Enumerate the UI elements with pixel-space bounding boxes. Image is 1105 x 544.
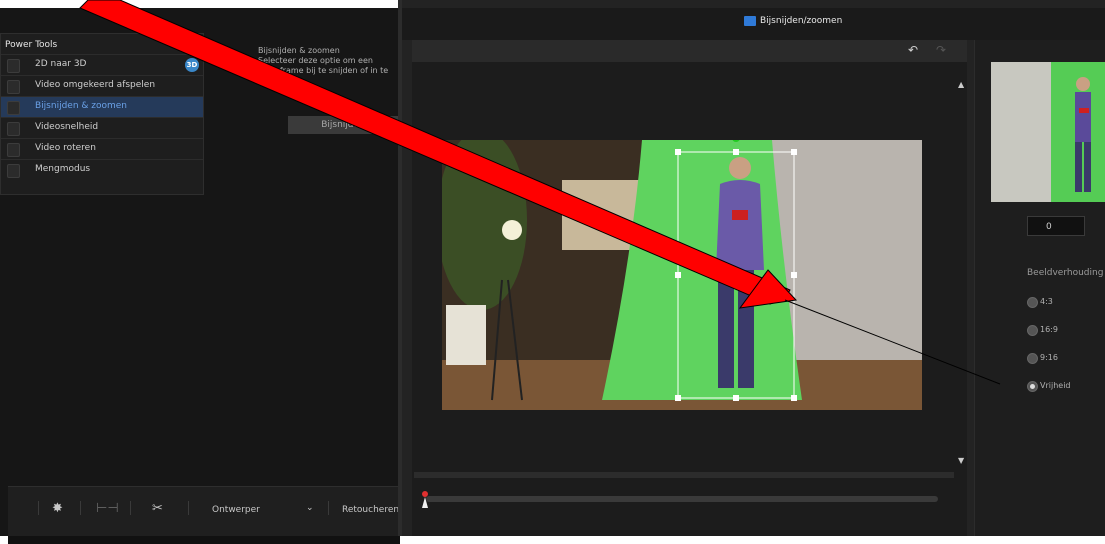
timeline-strip bbox=[8, 536, 400, 544]
annotation-arrows bbox=[79, 0, 1001, 385]
